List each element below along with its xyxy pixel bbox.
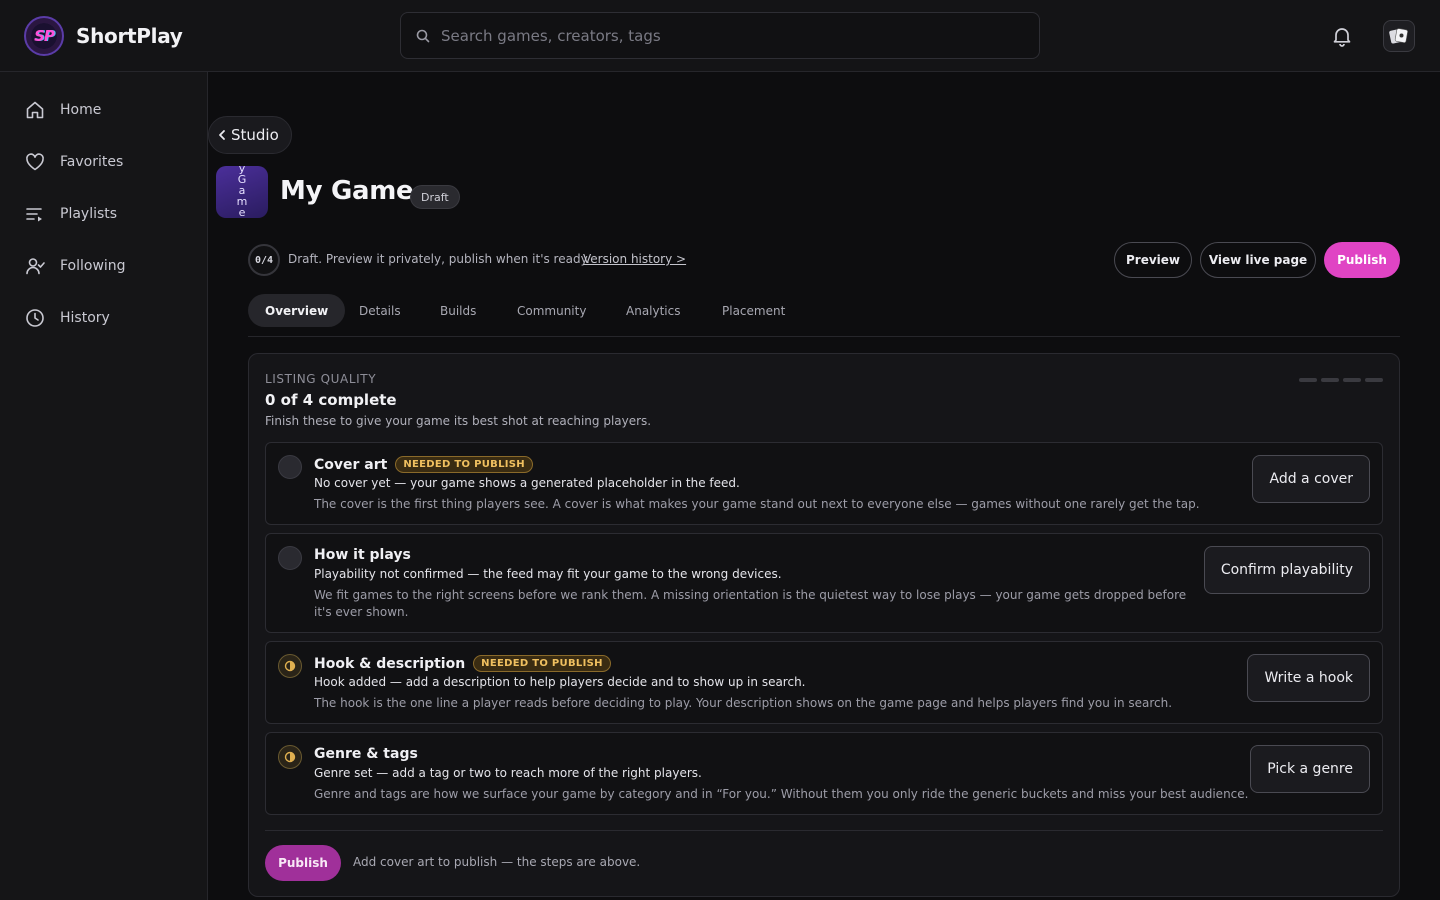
top-bar: SP ShortPlay xyxy=(0,0,1440,72)
task-title-row: How it plays xyxy=(314,547,411,563)
following-icon xyxy=(26,258,45,275)
task-genre-tags: Genre & tags Genre set — add a tag or tw… xyxy=(265,732,1383,815)
tab-placement[interactable]: Placement xyxy=(705,294,802,327)
sidebar-item-history[interactable]: History xyxy=(24,300,194,336)
divider xyxy=(265,830,1383,831)
avatar-cards-icon xyxy=(1389,28,1408,44)
logo-text: SP xyxy=(34,27,55,45)
task-title-row: Genre & tags xyxy=(314,746,418,762)
add-cover-button[interactable]: Add a cover xyxy=(1252,455,1370,503)
pick-genre-button[interactable]: Pick a genre xyxy=(1250,745,1370,793)
view-live-page-button[interactable]: View live page xyxy=(1200,242,1316,278)
sidebar-item-following[interactable]: Following xyxy=(24,248,194,284)
task-status: No cover yet — your game shows a generat… xyxy=(314,476,740,490)
task-description: We fit games to the right screens before… xyxy=(314,588,1187,619)
completion-subtitle: Finish these to give your game its best … xyxy=(265,414,652,428)
needed-to-publish-badge: NEEDED TO PUBLISH xyxy=(473,655,611,672)
needed-to-publish-badge: NEEDED TO PUBLISH xyxy=(395,456,533,473)
confirm-playability-button[interactable]: Confirm playability xyxy=(1203,546,1370,594)
search-input[interactable] xyxy=(441,13,1021,58)
task-title: Genre & tags xyxy=(314,746,418,762)
task-description: Genre and tags are how we surface your g… xyxy=(314,787,1249,801)
tab-bar: Overview Details Builds Community Analyt… xyxy=(248,294,1400,337)
page-title: My Game xyxy=(280,176,414,206)
sidebar: Home Favorites Playlists Following Histo… xyxy=(0,72,208,900)
tab-builds[interactable]: Builds xyxy=(423,294,493,327)
sidebar-item-favorites[interactable]: Favorites xyxy=(24,144,194,180)
home-icon xyxy=(26,101,44,119)
draft-note: Draft. Preview it privately, publish whe… xyxy=(288,252,590,266)
section-label: LISTING QUALITY xyxy=(265,372,377,386)
tab-details[interactable]: Details xyxy=(342,294,418,327)
thumb-letter: e xyxy=(238,206,246,218)
heart-icon xyxy=(26,153,44,171)
sidebar-item-label: Favorites xyxy=(60,154,124,170)
back-label: Studio xyxy=(231,126,279,144)
half-circle-icon xyxy=(278,745,302,769)
task-description: The cover is the first thing players see… xyxy=(314,497,1200,511)
progress-segment xyxy=(1321,378,1339,382)
task-title: Hook & description xyxy=(314,655,466,672)
clock-icon xyxy=(26,309,44,327)
tab-overview[interactable]: Overview xyxy=(248,294,346,327)
sidebar-item-label: History xyxy=(60,310,110,326)
footer-publish-button[interactable]: Publish xyxy=(265,845,341,881)
progress-segment xyxy=(1299,378,1317,382)
user-avatar[interactable] xyxy=(1383,20,1415,52)
game-thumbnail: y G a m e xyxy=(216,166,268,218)
sidebar-item-label: Following xyxy=(60,258,126,274)
search-icon xyxy=(416,29,430,43)
completion-title: 0 of 4 complete xyxy=(265,391,397,409)
status-badge: Draft xyxy=(410,185,460,209)
sidebar-item-label: Home xyxy=(60,102,102,118)
listing-quality-card: LISTING QUALITY 0 of 4 complete Finish t… xyxy=(248,353,1400,897)
sidebar-item-label: Playlists xyxy=(60,206,118,222)
task-title-row: Cover art NEEDED TO PUBLISH xyxy=(314,456,533,473)
half-circle-icon xyxy=(278,654,302,678)
back-to-studio-button[interactable]: Studio xyxy=(208,116,292,154)
task-description: The hook is the one line a player reads … xyxy=(314,696,1173,710)
status-circle-icon xyxy=(278,546,302,570)
task-hook-description: Hook & description NEEDED TO PUBLISH Hoo… xyxy=(265,641,1383,724)
task-how-it-plays: How it plays Playability not confirmed —… xyxy=(265,533,1383,633)
logo-icon[interactable]: SP xyxy=(24,16,64,56)
write-hook-button[interactable]: Write a hook xyxy=(1247,654,1370,702)
preview-button[interactable]: Preview xyxy=(1114,242,1192,278)
progress-indicator: 0/4 xyxy=(248,244,280,276)
task-cover-art: Cover art NEEDED TO PUBLISH No cover yet… xyxy=(265,442,1383,525)
task-status: Genre set — add a tag or two to reach mo… xyxy=(314,766,702,780)
chevron-left-icon xyxy=(219,130,225,140)
task-title: How it plays xyxy=(314,547,411,563)
publish-button[interactable]: Publish xyxy=(1324,242,1400,278)
version-history-link[interactable]: Version history > xyxy=(583,252,686,266)
playlist-icon xyxy=(26,208,42,222)
progress-segment xyxy=(1343,378,1361,382)
task-title-row: Hook & description NEEDED TO PUBLISH xyxy=(314,655,611,672)
search-bar[interactable] xyxy=(400,12,1040,59)
sidebar-item-home[interactable]: Home xyxy=(24,92,194,128)
main-content: Studio y G a m e My Game Draft 0/4 Draft… xyxy=(208,72,1440,900)
sidebar-item-playlists[interactable]: Playlists xyxy=(24,196,194,232)
task-status: Playability not confirmed — the feed may… xyxy=(314,567,782,581)
status-circle-icon xyxy=(278,455,302,479)
tab-community[interactable]: Community xyxy=(500,294,603,327)
publish-hint: Add cover art to publish — the steps are… xyxy=(353,855,641,869)
notification-bell-icon[interactable] xyxy=(1330,24,1354,48)
brand-name[interactable]: ShortPlay xyxy=(76,24,183,48)
task-title: Cover art xyxy=(314,456,388,473)
progress-segment xyxy=(1365,378,1383,382)
tab-analytics[interactable]: Analytics xyxy=(609,294,698,327)
task-status: Hook added — add a description to help p… xyxy=(314,675,806,689)
